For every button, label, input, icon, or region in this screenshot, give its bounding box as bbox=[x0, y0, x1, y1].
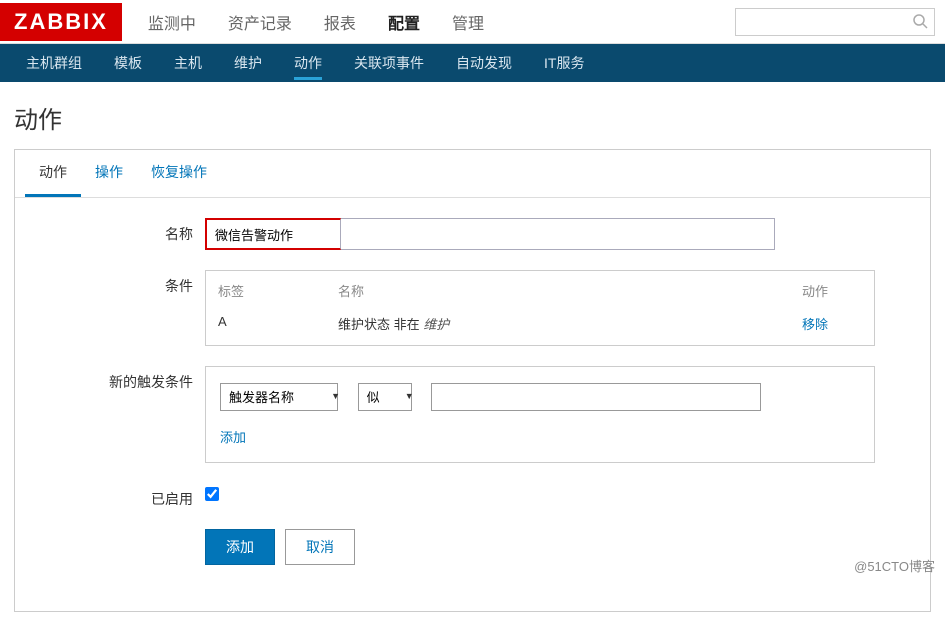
condition-name: 维护状态 非在 维护 bbox=[338, 314, 802, 333]
sub-nav-actions[interactable]: 动作 bbox=[278, 44, 338, 82]
search-input[interactable] bbox=[735, 8, 935, 36]
condition-name-italic: 维护 bbox=[423, 317, 449, 332]
logo[interactable]: ZABBIX bbox=[0, 3, 122, 41]
tab-action[interactable]: 动作 bbox=[25, 150, 81, 197]
row-new-trigger: 新的触发条件 触发器名称 似 添加 bbox=[35, 366, 910, 463]
top-menu-administration[interactable]: 管理 bbox=[450, 0, 486, 44]
row-buttons: 添加 取消 bbox=[35, 529, 910, 565]
label-enabled: 已启用 bbox=[35, 483, 205, 509]
new-trigger-box: 触发器名称 似 添加 bbox=[205, 366, 875, 463]
trigger-value-input[interactable] bbox=[431, 383, 761, 411]
top-menu-configuration[interactable]: 配置 bbox=[386, 0, 422, 44]
tab-recovery[interactable]: 恢复操作 bbox=[137, 150, 221, 197]
name-field-rest[interactable] bbox=[341, 218, 775, 250]
sub-nav-discovery[interactable]: 自动发现 bbox=[440, 44, 528, 82]
watermark: @51CTO博客 bbox=[854, 556, 935, 575]
row-conditions: 条件 标签 名称 动作 A 维护状态 非在 维护 移除 bbox=[35, 270, 910, 346]
top-menu-inventory[interactable]: 资产记录 bbox=[226, 0, 294, 44]
label-name: 名称 bbox=[35, 218, 205, 244]
search-icon bbox=[912, 13, 928, 32]
trigger-op-select[interactable]: 似 bbox=[358, 383, 412, 411]
sub-nav-templates[interactable]: 模板 bbox=[98, 44, 158, 82]
top-menu-reports[interactable]: 报表 bbox=[322, 0, 358, 44]
condition-tag: A bbox=[218, 314, 338, 333]
col-name-header: 名称 bbox=[338, 281, 802, 300]
top-menu-monitoring[interactable]: 监测中 bbox=[146, 0, 198, 44]
name-field[interactable] bbox=[205, 218, 341, 250]
enabled-checkbox[interactable] bbox=[205, 487, 219, 501]
tab-operations[interactable]: 操作 bbox=[81, 150, 137, 197]
sub-nav-itservices[interactable]: IT服务 bbox=[528, 44, 600, 82]
trigger-type-select[interactable]: 触发器名称 bbox=[220, 383, 338, 411]
col-action-header: 动作 bbox=[802, 281, 862, 300]
remove-condition-link[interactable]: 移除 bbox=[802, 317, 828, 332]
sub-nav: 主机群组 模板 主机 维护 动作 关联项事件 自动发现 IT服务 bbox=[0, 44, 945, 82]
table-row: A 维护状态 非在 维护 移除 bbox=[206, 308, 874, 345]
sub-nav-maintenance[interactable]: 维护 bbox=[218, 44, 278, 82]
conditions-header: 标签 名称 动作 bbox=[206, 271, 874, 308]
top-nav: ZABBIX 监测中 资产记录 报表 配置 管理 bbox=[0, 0, 945, 44]
action-form: 名称 条件 标签 名称 动作 A 维护状态 非在 维护 bbox=[15, 198, 930, 611]
page-title: 动作 bbox=[0, 82, 945, 149]
sub-nav-correlation[interactable]: 关联项事件 bbox=[338, 44, 440, 82]
col-tag-header: 标签 bbox=[218, 281, 338, 300]
condition-name-text: 维护状态 非在 bbox=[338, 317, 423, 332]
cancel-button[interactable]: 取消 bbox=[285, 529, 355, 565]
conditions-table: 标签 名称 动作 A 维护状态 非在 维护 移除 bbox=[205, 270, 875, 346]
submit-button[interactable]: 添加 bbox=[205, 529, 275, 565]
row-name: 名称 bbox=[35, 218, 910, 250]
add-condition-link[interactable]: 添加 bbox=[220, 427, 246, 446]
row-enabled: 已启用 bbox=[35, 483, 910, 509]
tabs: 动作 操作 恢复操作 bbox=[15, 150, 930, 198]
label-conditions: 条件 bbox=[35, 270, 205, 296]
top-menu: 监测中 资产记录 报表 配置 管理 bbox=[146, 0, 735, 44]
label-new-trigger: 新的触发条件 bbox=[35, 366, 205, 392]
sub-nav-hostgroups[interactable]: 主机群组 bbox=[10, 44, 98, 82]
content-panel: 动作 操作 恢复操作 名称 条件 标签 名称 动作 A bbox=[14, 149, 931, 612]
sub-nav-hosts[interactable]: 主机 bbox=[158, 44, 218, 82]
